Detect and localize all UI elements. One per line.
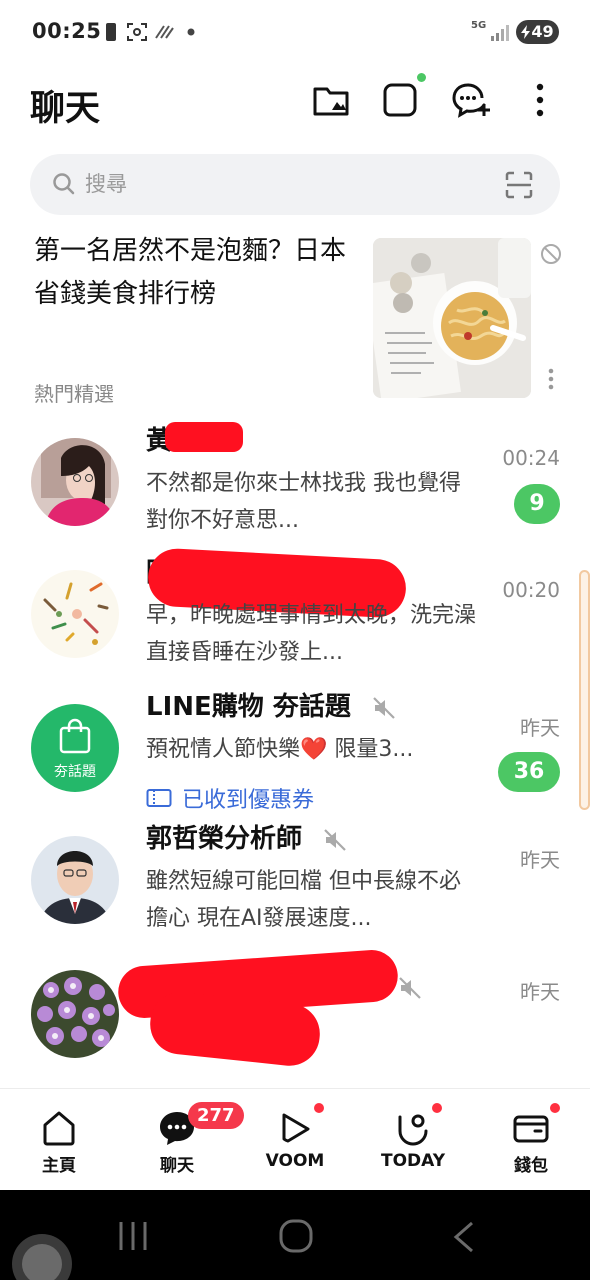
- promo-more-icon[interactable]: [548, 368, 554, 390]
- chat-preview: 早，昨晚處理事情到太晚，洗完澡直接昏睡在沙發上...: [146, 603, 477, 665]
- unread-badge: 9: [514, 484, 560, 524]
- square-chat-icon: [383, 83, 417, 117]
- chat-preview: 預祝情人節快樂❤️ 限量3...: [146, 737, 414, 762]
- promo-label: 熱門精選: [34, 382, 114, 406]
- folder-icon: [313, 87, 349, 116]
- dot-icon: [187, 28, 195, 36]
- chat-preview: 雖然短線可能回檔 但中長線不必擔心 現在AI發展速度...: [146, 869, 461, 931]
- chat-time: 昨天: [520, 980, 560, 1004]
- battery-level: 49: [531, 22, 554, 41]
- avatar-label: 夯話題: [54, 764, 96, 780]
- floating-bubble-icon[interactable]: [8, 1230, 80, 1280]
- nav-label: 錢包: [514, 1156, 548, 1176]
- chat-preview: 不然都是你來士林找我 我也覺得對你不好意思...: [146, 471, 461, 533]
- chat-name: 郭哲榮分析師: [146, 818, 347, 855]
- add-chat-icon: [452, 83, 490, 118]
- nav-label: TODAY: [381, 1151, 445, 1171]
- voom-icon: [282, 1113, 310, 1143]
- avatar: [31, 836, 119, 924]
- redaction-mark: [165, 422, 243, 452]
- nav-home[interactable]: 主頁: [0, 1089, 118, 1191]
- nav-label: 主頁: [42, 1156, 76, 1176]
- hide-ad-icon[interactable]: [540, 243, 562, 265]
- add-chat-button[interactable]: [450, 78, 494, 122]
- mute-icon: [399, 977, 421, 999]
- nav-today[interactable]: TODAY: [354, 1089, 472, 1191]
- wallet-icon: [513, 1115, 549, 1143]
- shopping-bag-icon: [59, 718, 91, 754]
- scroll-indicator[interactable]: [579, 570, 590, 810]
- coupon-notice[interactable]: 已收到優惠券: [146, 782, 314, 814]
- avatar: [31, 438, 119, 526]
- back-icon[interactable]: [450, 1220, 476, 1254]
- unread-badge: 36: [498, 752, 560, 792]
- chat-row[interactable]: 昨天: [0, 948, 590, 1082]
- more-options-button[interactable]: [518, 78, 562, 122]
- screenshot-icon: [127, 23, 147, 41]
- chat-row[interactable]: 陳 早，昨晚處理事情到太晚，洗完澡直接昏睡在沙發上... 00:20: [0, 547, 590, 682]
- data-saver-icon: [155, 25, 174, 39]
- coupon-label: 已收到優惠券: [182, 788, 315, 813]
- promo-image[interactable]: [373, 238, 531, 398]
- chat-time: 00:24: [502, 446, 560, 470]
- avatar: 夯話題: [31, 704, 119, 792]
- new-indicator-dot: [417, 73, 426, 82]
- avatar: [31, 970, 119, 1058]
- voom-notification-dot: [314, 1103, 324, 1113]
- today-notification-dot: [432, 1103, 442, 1113]
- chat-row[interactable]: 黃 不然都是你來士林找我 我也覺得對你不好意思... 00:24 9: [0, 420, 590, 550]
- chat-time: 昨天: [520, 716, 560, 740]
- search-icon: [53, 173, 75, 195]
- home-icon: [43, 1111, 75, 1146]
- status-time: 00:25: [32, 19, 102, 43]
- nav-voom[interactable]: VOOM: [236, 1089, 354, 1191]
- square-chat-button[interactable]: [378, 78, 422, 122]
- chat-name: LINE購物 夯話題: [146, 686, 396, 723]
- status-bar: 00:25 5G 49: [0, 0, 590, 64]
- chat-row[interactable]: 夯話題 LINE購物 夯話題 預祝情人節快樂❤️ 限量3... 已收到優惠券 昨…: [0, 686, 590, 816]
- promo-headline[interactable]: 第一名居然不是泡麵？日本省錢美食排行榜: [34, 230, 354, 316]
- nav-label: VOOM: [265, 1151, 325, 1171]
- mute-icon: [373, 696, 395, 719]
- network-type: 5G: [471, 20, 487, 31]
- folder-button[interactable]: [309, 78, 353, 122]
- home-button-icon[interactable]: [278, 1218, 314, 1254]
- chat-name-text: 郭哲榮分析師: [146, 824, 303, 854]
- more-vertical-icon: [536, 83, 544, 117]
- qr-scan-icon[interactable]: [504, 170, 534, 200]
- nav-label: 聊天: [160, 1156, 194, 1176]
- search-bar[interactable]: [30, 154, 560, 215]
- chat-unread-badge: 277: [188, 1102, 244, 1129]
- battery-indicator: 49: [516, 20, 559, 44]
- avatar: [31, 570, 119, 658]
- wallet-notification-dot: [550, 1103, 560, 1113]
- phone-icon: [106, 23, 116, 41]
- nav-wallet[interactable]: 錢包: [472, 1089, 590, 1191]
- bottom-nav: 主頁 聊天 VOOM TODAY 錢包: [0, 1088, 590, 1190]
- search-input[interactable]: [85, 164, 505, 204]
- chat-name-text: LINE購物 夯話題: [146, 692, 351, 722]
- page-title: 聊天: [30, 89, 101, 129]
- chat-row[interactable]: 郭哲榮分析師 雖然短線可能回檔 但中長線不必擔心 現在AI發展速度... 昨天: [0, 818, 590, 948]
- recent-apps-icon[interactable]: [116, 1220, 150, 1252]
- signal-icon: [491, 25, 509, 41]
- coupon-icon: [146, 789, 172, 807]
- system-nav-bar: [0, 1190, 590, 1280]
- chat-time: 00:20: [502, 578, 560, 602]
- chat-time: 昨天: [520, 848, 560, 872]
- mute-icon: [324, 828, 346, 851]
- today-icon: [398, 1114, 428, 1146]
- charging-icon: [521, 25, 530, 39]
